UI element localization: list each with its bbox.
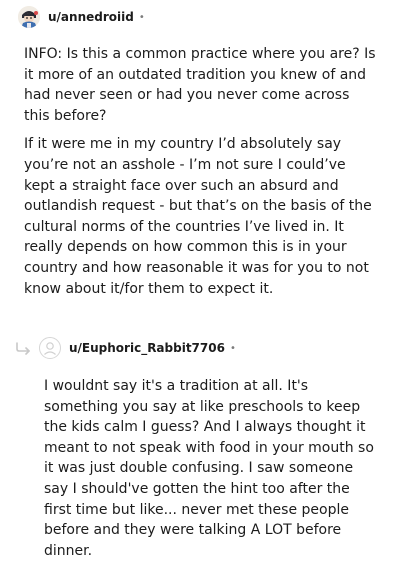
comment-paragraph: If it were me in my country I’d absolute… <box>24 136 372 297</box>
comment-header: u/Euphoric_Rabbit7706 • <box>15 337 236 359</box>
separator-dot: • <box>138 11 145 23</box>
avatar-icon[interactable] <box>18 6 40 28</box>
username[interactable]: u/annedroiid <box>48 10 134 24</box>
separator-dot: • <box>229 342 236 354</box>
comment-body: I wouldnt say it's a tradition at all. I… <box>44 376 380 569</box>
reply-arrow-icon <box>16 342 30 355</box>
default-avatar-icon[interactable] <box>39 337 61 359</box>
username[interactable]: u/Euphoric_Rabbit7706 <box>69 341 225 355</box>
comment-paragraph: INFO: Is this a common practice where yo… <box>24 46 376 124</box>
comment-header: u/annedroiid • <box>18 6 145 28</box>
comment-body: INFO: Is this a common practice where yo… <box>24 44 376 307</box>
comment-paragraph: I wouldnt say it's a tradition at all. I… <box>44 378 374 559</box>
